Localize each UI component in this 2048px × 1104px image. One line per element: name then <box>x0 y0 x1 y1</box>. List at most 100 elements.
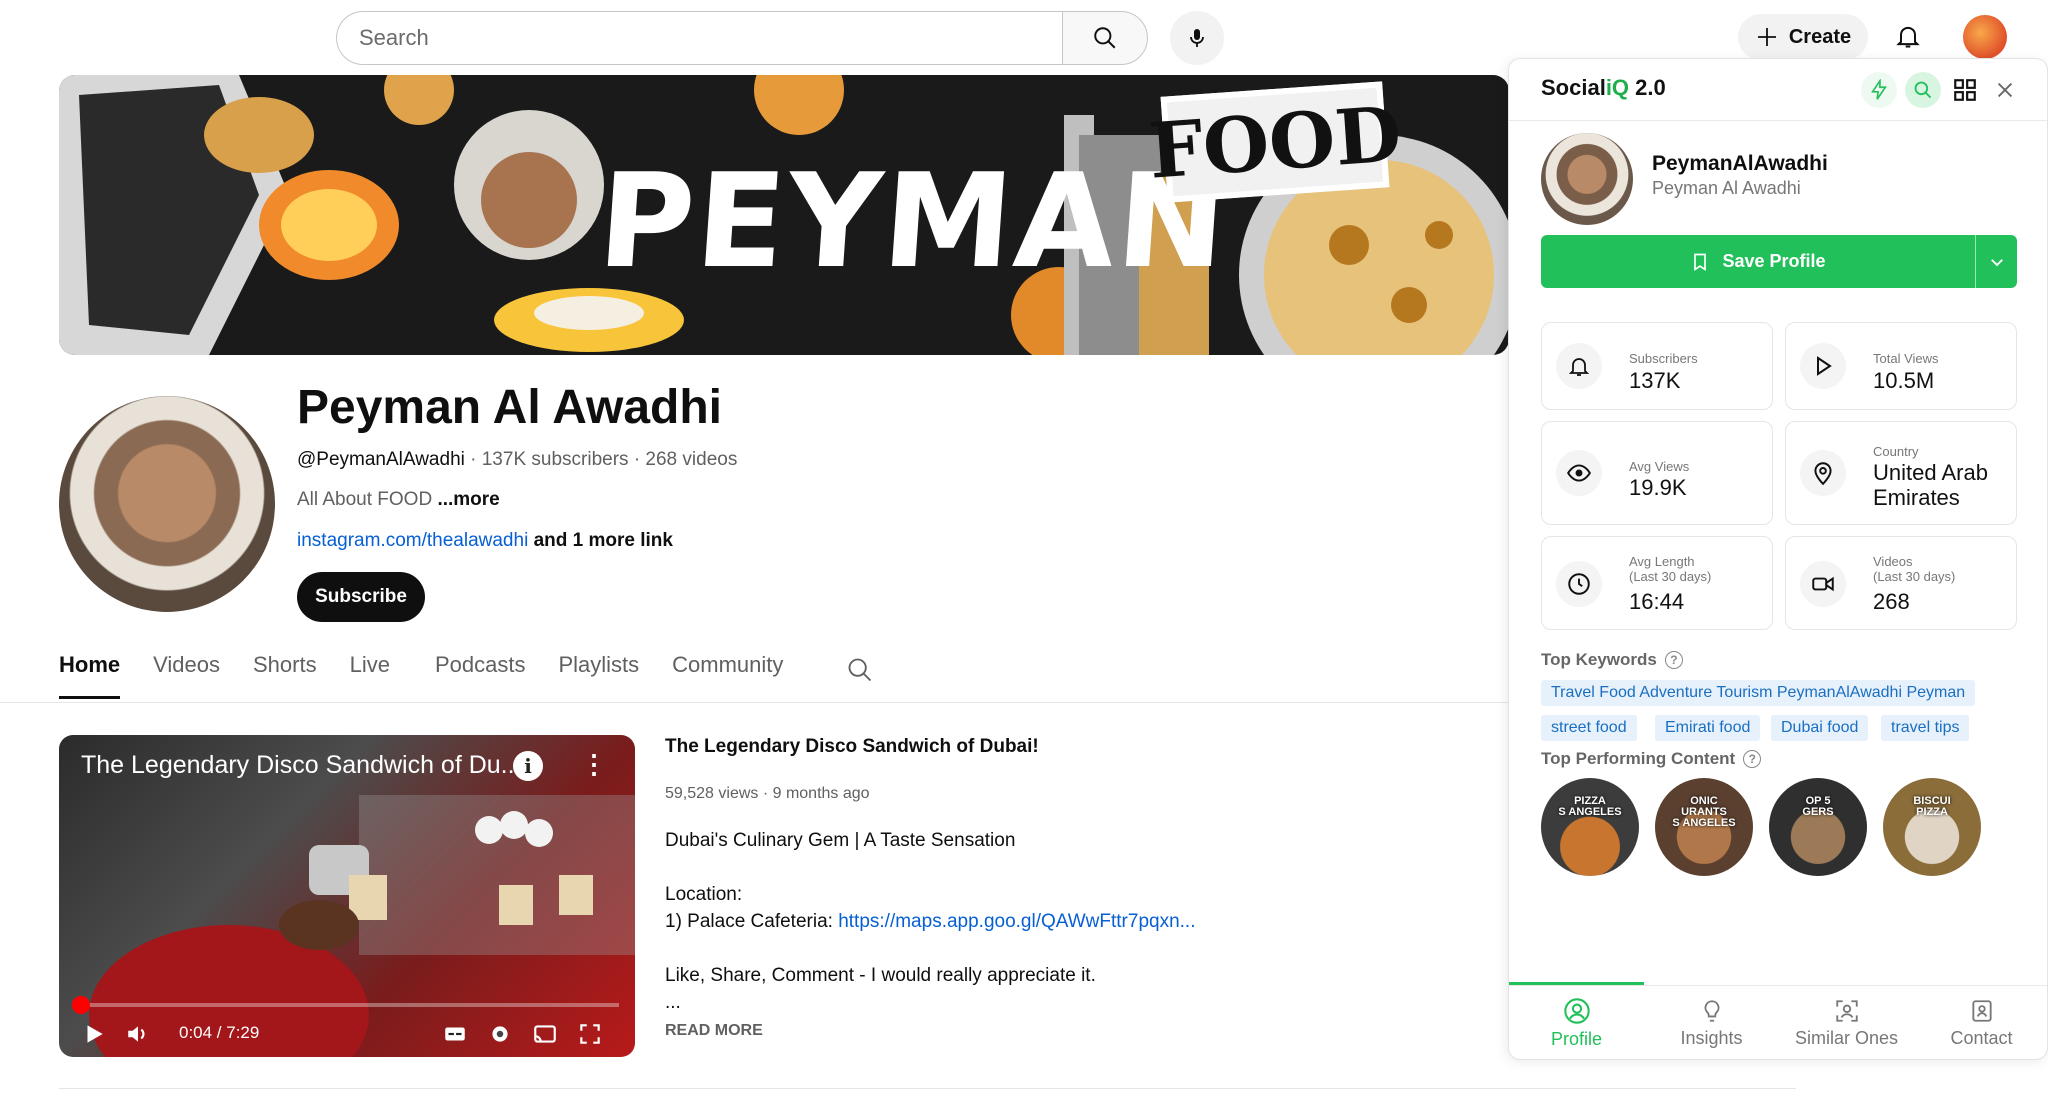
contact-card-icon <box>1971 1000 1992 1022</box>
search-icon <box>1914 81 1932 99</box>
chevron-down-icon <box>1990 258 2003 266</box>
tab-label: Similar Ones <box>1794 1028 1899 1048</box>
banner-food-sign: FOOD <box>1146 81 1404 203</box>
socialiq-logo: SocialiQ 2.0 <box>1541 75 1666 101</box>
tab-profile[interactable]: Profile <box>1509 986 1644 1059</box>
close-panel-button[interactable] <box>1987 72 2023 108</box>
thumbnail-text: BISCUI PIZZA <box>1913 795 1951 818</box>
video-desc-line-4: Like, Share, Comment - I would really ap… <box>665 965 1096 986</box>
panel-header: SocialiQ 2.0 <box>1509 59 2047 121</box>
video-title[interactable]: The Legendary Disco Sandwich of Dubai! <box>665 736 1039 758</box>
keyword-chip[interactable]: travel tips <box>1881 715 1970 741</box>
tab-label: Contact <box>1950 1028 2013 1048</box>
channel-links[interactable]: instagram.com/thealawadhi and 1 more lin… <box>297 530 673 552</box>
video-overlay-title[interactable]: The Legendary Disco Sandwich of Du... <box>81 751 522 780</box>
top-content-thumbnail[interactable]: PIZZA S ANGELES <box>1541 778 1639 876</box>
top-content-thumbnail[interactable]: BISCUI PIZZA <box>1883 778 1981 876</box>
voice-search-button[interactable] <box>1170 11 1224 65</box>
channel-tabs: Home Videos Shorts Live Podcasts Playlis… <box>59 652 816 699</box>
quick-action-button[interactable] <box>1861 72 1897 108</box>
tab-videos[interactable]: Videos <box>153 652 220 699</box>
save-profile-button[interactable]: Save Profile <box>1541 235 1975 288</box>
stat-card-subscribers: Subscribers 137K <box>1541 322 1773 410</box>
captions-icon[interactable] <box>442 1021 468 1047</box>
tab-home[interactable]: Home <box>59 652 121 699</box>
stat-label: Total Views <box>1873 351 1939 366</box>
stat-label: Avg Length <box>1629 554 1695 569</box>
help-icon[interactable]: ? <box>1743 750 1762 768</box>
tab-playlists[interactable]: Playlists <box>558 652 639 699</box>
search-placeholder: Search <box>359 25 429 50</box>
keyword-chip[interactable]: street food <box>1541 715 1637 741</box>
search-button[interactable] <box>1062 11 1148 65</box>
bell-icon <box>1556 343 1602 389</box>
video-camera-icon <box>1800 561 1846 607</box>
logo-suffix: 2.0 <box>1629 75 1666 100</box>
volume-icon[interactable] <box>125 1021 151 1047</box>
more-vert-icon[interactable]: ⋮ <box>581 749 607 780</box>
channel-handle: @PeymanAlAwadhi <box>297 449 465 470</box>
stat-label: Subscribers <box>1629 351 1698 366</box>
tab-insights[interactable]: Insights <box>1644 986 1779 1059</box>
description-more-link[interactable]: ...more <box>432 489 499 510</box>
banner-title: PEYMAN <box>593 145 1234 297</box>
keyword-chip[interactable]: Travel Food Adventure Tourism PeymanAlAw… <box>1541 680 1976 706</box>
tabs-divider <box>0 702 1509 703</box>
account-avatar[interactable] <box>1963 15 2007 59</box>
plus-icon <box>1757 28 1776 46</box>
clock-icon <box>1556 561 1602 607</box>
stat-value: 137K <box>1629 368 1681 393</box>
tab-shorts[interactable]: Shorts <box>253 652 317 699</box>
stat-value-line-1: United Arab <box>1873 460 1988 485</box>
tab-contact[interactable]: Contact <box>1914 986 2047 1059</box>
tab-label: Insights <box>1680 1028 1743 1048</box>
top-content-thumbnail[interactable]: ONIC URANTS S ANGELES <box>1655 778 1753 876</box>
instagram-link[interactable]: instagram.com/thealawadhi <box>297 530 528 551</box>
stat-label: Avg Views <box>1629 459 1690 474</box>
play-icon <box>1800 343 1846 389</box>
channel-banner: PEYMAN FOOD <box>59 75 1509 355</box>
keyword-chip[interactable]: Dubai food <box>1771 715 1869 741</box>
top-keywords-label: Top Keywords <box>1541 650 1657 669</box>
create-button[interactable]: Create <box>1738 14 1868 60</box>
channel-meta: @PeymanAlAwadhi · 137K subscribers · 268… <box>297 449 737 471</box>
read-more-link[interactable]: READ MORE <box>665 1022 763 1040</box>
play-icon[interactable] <box>81 1021 107 1047</box>
notifications-button[interactable] <box>1888 16 1928 56</box>
top-content-label: Top Performing Content <box>1541 749 1736 768</box>
stat-value: 10.5M <box>1873 368 1935 393</box>
settings-gear-icon[interactable] <box>487 1021 513 1047</box>
grid-menu-button[interactable] <box>1947 72 1983 108</box>
video-desc-line-3: 1) Palace Cafeteria: https://maps.app.go… <box>665 911 1196 933</box>
tab-community[interactable]: Community <box>672 652 783 699</box>
stat-value: 16:44 <box>1629 589 1685 614</box>
maps-link[interactable]: https://maps.app.goo.gl/QAWwFttr7pqxn... <box>838 911 1195 932</box>
stat-label: Videos <box>1873 554 1913 569</box>
panel-search-button[interactable] <box>1905 72 1941 108</box>
scan-user-icon <box>1835 1000 1858 1022</box>
tab-similar-ones[interactable]: Similar Ones <box>1779 986 1914 1059</box>
save-profile-split-button: Save Profile <box>1541 235 2017 288</box>
keyword-chip[interactable]: Emirati food <box>1655 715 1761 741</box>
video-meta: 59,528 views · 9 months ago <box>665 785 870 802</box>
video-progress-bar[interactable] <box>79 1003 619 1007</box>
featured-video-player[interactable]: The Legendary Disco Sandwich of Du... i … <box>59 735 635 1057</box>
more-links[interactable]: and 1 more link <box>528 530 673 551</box>
channel-description[interactable]: All About FOOD ...more <box>297 489 500 511</box>
search-input[interactable]: Search <box>336 11 1062 65</box>
fullscreen-icon[interactable] <box>577 1021 603 1047</box>
help-icon[interactable]: ? <box>1664 651 1683 669</box>
tab-live[interactable]: Live <box>350 652 390 699</box>
cast-icon[interactable] <box>532 1021 558 1047</box>
channel-search-button[interactable] <box>846 656 874 689</box>
tab-podcasts[interactable]: Podcasts <box>435 652 526 699</box>
channel-avatar[interactable] <box>59 396 275 612</box>
top-content-thumbnail[interactable]: OP 5 GERS <box>1769 778 1867 876</box>
video-scrubber-handle[interactable] <box>72 996 90 1014</box>
save-options-dropdown[interactable] <box>1975 235 2017 288</box>
subscribe-button[interactable]: Subscribe <box>297 572 425 622</box>
thumbnail-text: ONIC URANTS S ANGELES <box>1672 795 1736 829</box>
close-icon <box>1997 82 2013 98</box>
info-icon[interactable]: i <box>513 751 543 781</box>
profile-username: PeymanAlAwadhi <box>1652 152 1828 175</box>
